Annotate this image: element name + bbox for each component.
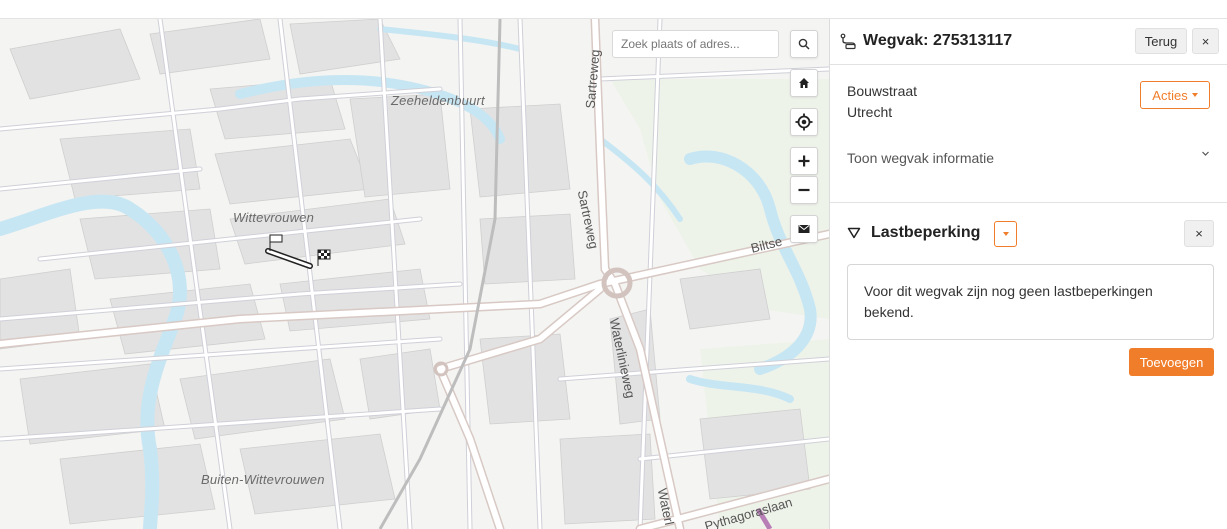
- zoom-out-button[interactable]: [790, 176, 818, 204]
- side-panel: Wegvak: 275313117 Terug × Bouwstraat Utr…: [829, 19, 1227, 529]
- close-panel-button[interactable]: ×: [1192, 28, 1219, 54]
- section-title: Lastbeperking: [871, 224, 981, 241]
- actions-label: Acties: [1152, 87, 1188, 103]
- map-view[interactable]: Zeeheldenbuurt Wittevrouwen Buiten-Witte…: [0, 19, 829, 529]
- zoom-in-icon: [798, 155, 810, 167]
- info-toggle-label: Toon wegvak informatie: [847, 150, 995, 166]
- zoom-out-icon: [798, 188, 810, 192]
- home-icon: [799, 78, 809, 88]
- mail-icon: [798, 225, 810, 233]
- caret-down-icon: [1191, 93, 1198, 97]
- panel-title: Wegvak: 275313117: [863, 32, 1013, 49]
- collapse-triangle-icon[interactable]: [847, 227, 861, 239]
- address-street: Bouwstraat: [847, 83, 918, 99]
- chevron-down-icon: [1202, 151, 1209, 156]
- finish-flag-icon: [317, 249, 331, 266]
- area-label-wittevrouwen: Wittevrouwen: [233, 210, 315, 225]
- locate-icon: [795, 113, 813, 131]
- address-city: Utrecht: [847, 104, 893, 120]
- section-dropdown-button[interactable]: [994, 221, 1017, 247]
- search-button[interactable]: [790, 30, 818, 58]
- search-icon: [798, 38, 810, 50]
- panel-header: Wegvak: 275313117 Terug ×: [830, 19, 1227, 65]
- road-segment-icon: [840, 33, 856, 50]
- search-input[interactable]: [612, 30, 779, 58]
- restriction-message: Voor dit wegvak zijn nog geen lastbeperk…: [847, 264, 1214, 340]
- zoom-in-button[interactable]: [790, 147, 818, 175]
- close-section-button[interactable]: ×: [1184, 220, 1214, 247]
- actions-dropdown-button[interactable]: Acties: [1140, 81, 1210, 109]
- mail-button[interactable]: [790, 215, 818, 243]
- top-bar: [0, 0, 1227, 19]
- back-button[interactable]: Terug: [1135, 28, 1187, 54]
- home-button[interactable]: [790, 69, 818, 97]
- caret-down-icon: [1002, 232, 1009, 236]
- locate-button[interactable]: [790, 108, 818, 136]
- section-divider: [830, 202, 1227, 203]
- area-label-zeeheldenbuurt: Zeeheldenbuurt: [391, 93, 485, 108]
- info-toggle[interactable]: Toon wegvak informatie: [830, 147, 1227, 171]
- add-button[interactable]: Toevoegen: [1129, 348, 1214, 376]
- area-label-buiten-wittevrouwen: Buiten-Wittevrouwen: [201, 472, 325, 487]
